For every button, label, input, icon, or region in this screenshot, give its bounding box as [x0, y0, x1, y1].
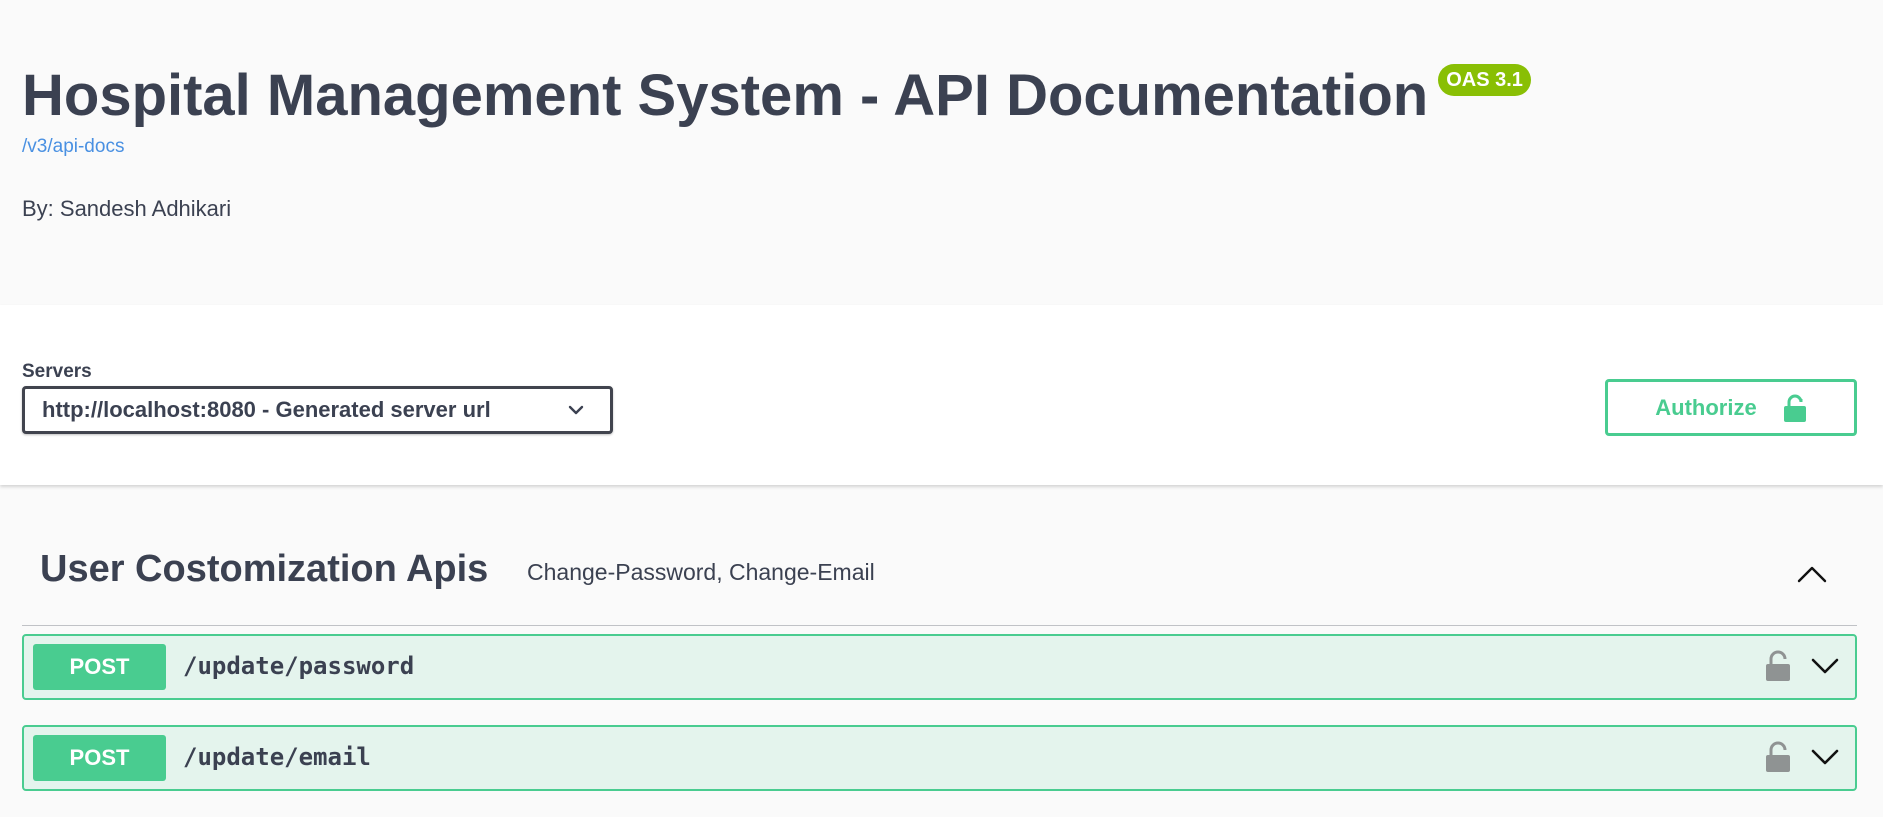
title-row: Hospital Management System - API Documen… — [22, 60, 1531, 132]
servers-label: Servers — [22, 361, 92, 382]
server-select-value: http://localhost:8080 - Generated server… — [42, 397, 491, 422]
tag-description: Change-Password, Change-Email — [527, 559, 875, 585]
api-docs-link[interactable]: /v3/api-docs — [22, 136, 124, 158]
operation-path: /update/email — [183, 743, 371, 771]
version-badge: OAS 3.1 — [1438, 64, 1531, 96]
authorize-button[interactable]: Authorize — [1605, 379, 1857, 436]
unlocked-icon[interactable] — [1765, 650, 1791, 682]
server-select[interactable]: http://localhost:8080 - Generated server… — [22, 386, 613, 434]
operation-row[interactable]: POST /update/email — [22, 725, 1857, 791]
operation-row[interactable]: POST /update/password — [22, 634, 1857, 700]
scheme-container: Servers http://localhost:8080 - Generate… — [0, 305, 1883, 485]
chevron-up-icon[interactable] — [1795, 558, 1829, 592]
unlocked-icon[interactable] — [1765, 741, 1791, 773]
operation-path: /update/password — [183, 652, 415, 680]
chevron-down-icon — [568, 405, 584, 415]
http-method-badge: POST — [33, 644, 166, 690]
lock-icon — [1783, 394, 1806, 422]
authorize-label: Authorize — [1655, 394, 1757, 420]
chevron-down-icon[interactable] — [1809, 743, 1841, 771]
chevron-down-icon[interactable] — [1809, 652, 1841, 680]
api-info-header: Hospital Management System - API Documen… — [0, 0, 1883, 305]
page-title: Hospital Management System - API Documen… — [22, 63, 1429, 128]
http-method-badge: POST — [33, 735, 166, 781]
author-byline: By: Sandesh Adhikari — [22, 196, 232, 221]
tag-name: User Costomization Apis — [40, 548, 489, 590]
tag-section-header[interactable]: User Costomization Apis Change-Password,… — [22, 536, 1857, 626]
